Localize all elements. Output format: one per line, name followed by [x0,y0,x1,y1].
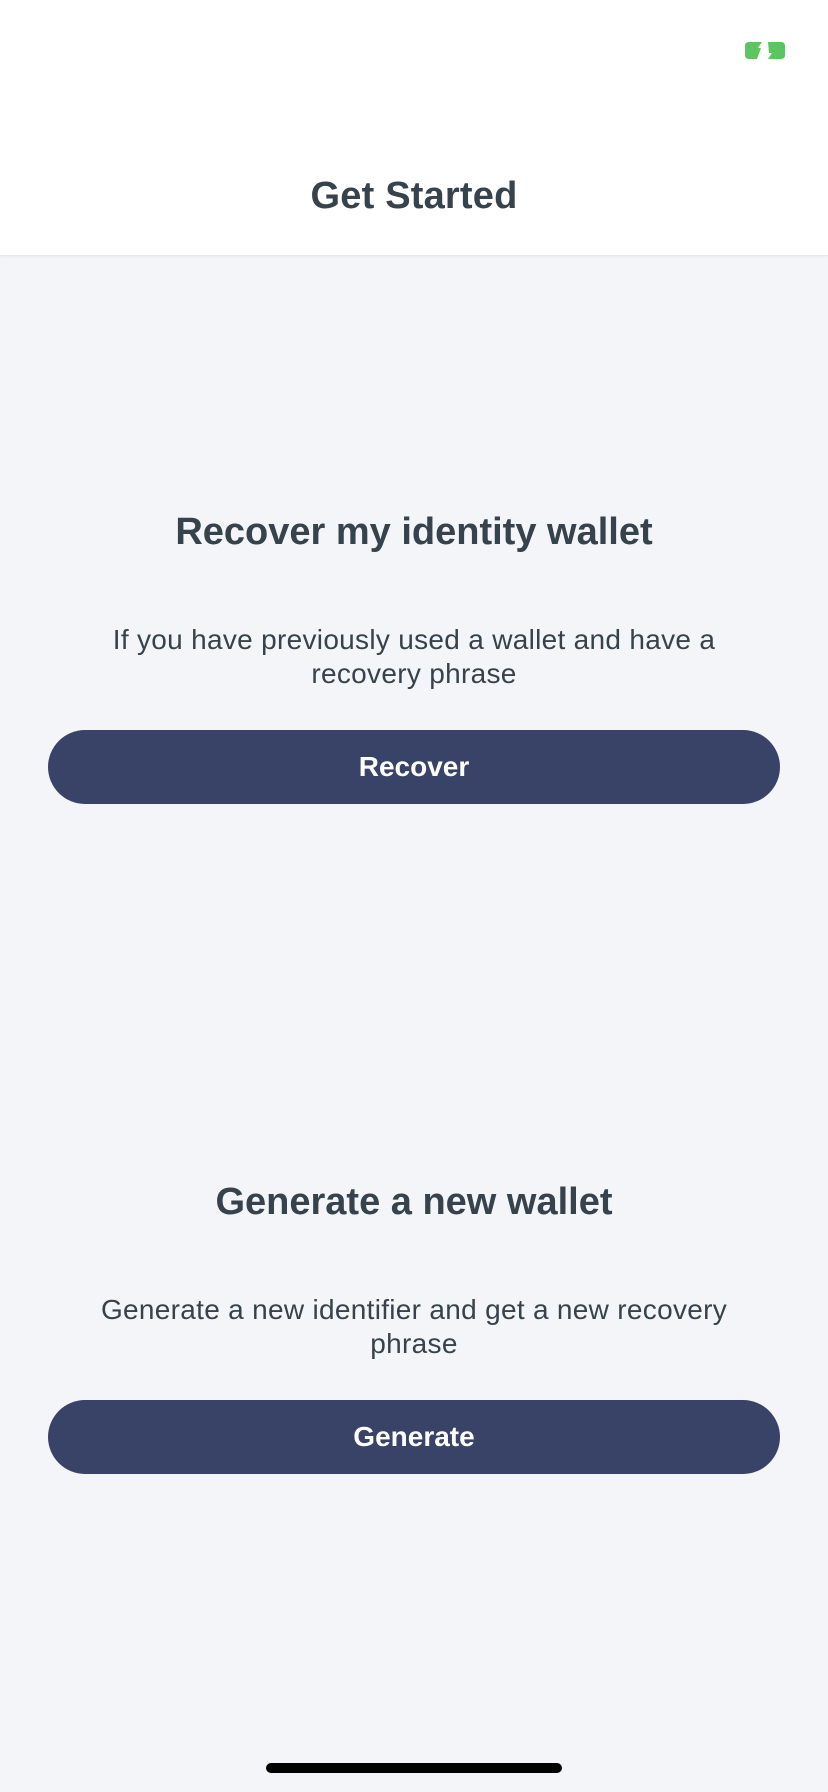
page-title: Get Started [310,175,518,217]
get-started-screen: Get Started Recover my identity wallet I… [0,0,828,1792]
generate-button[interactable]: Generate [48,1400,780,1474]
home-indicator[interactable] [266,1763,562,1773]
battery-charging-icon [745,42,785,59]
recover-button[interactable]: Recover [48,730,780,804]
recover-heading: Recover my identity wallet [175,511,653,553]
generate-description: Generate a new identifier and get a new … [100,1294,728,1359]
generate-heading: Generate a new wallet [215,1181,613,1223]
recover-description: If you have previously used a wallet and… [112,624,716,689]
header: Get Started [0,0,828,256]
